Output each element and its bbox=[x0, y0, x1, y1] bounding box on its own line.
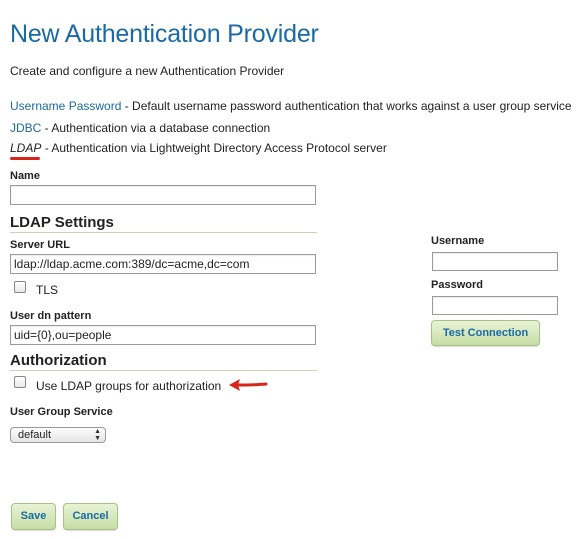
provider-description: - Authentication via a database connecti… bbox=[41, 121, 271, 135]
server-url-input[interactable] bbox=[10, 254, 316, 274]
user-dn-pattern-label: User dn pattern bbox=[10, 310, 92, 322]
user-dn-pattern-input[interactable] bbox=[10, 325, 316, 345]
name-label: Name bbox=[10, 170, 40, 182]
red-arrow-annotation bbox=[229, 379, 268, 391]
server-url-label: Server URL bbox=[10, 239, 70, 251]
password-label: Password bbox=[431, 279, 483, 291]
user-group-service-label: User Group Service bbox=[10, 406, 113, 418]
page-subtitle: Create and configure a new Authenticatio… bbox=[10, 64, 285, 78]
name-input[interactable] bbox=[10, 185, 316, 205]
provider-option-username-password: Username Password - Default username pas… bbox=[10, 99, 572, 113]
provider-link-jdbc[interactable]: JDBC bbox=[10, 121, 41, 135]
tls-label: TLS bbox=[36, 283, 59, 297]
password-input[interactable] bbox=[432, 296, 558, 315]
username-label: Username bbox=[431, 235, 485, 247]
use-ldap-groups-label: Use LDAP groups for authorization bbox=[36, 379, 222, 393]
use-ldap-groups-checkbox[interactable] bbox=[14, 376, 26, 388]
page-title: New Authentication Provider bbox=[10, 20, 319, 48]
tls-checkbox[interactable] bbox=[14, 281, 26, 293]
provider-description: - Authentication via Lightweight Directo… bbox=[41, 141, 387, 155]
select-arrows-icon: ▲ ▼ bbox=[94, 428, 101, 442]
user-group-service-select[interactable]: default ▲ ▼ bbox=[10, 427, 106, 443]
red-underline-annotation bbox=[10, 157, 40, 160]
user-group-service-value: default bbox=[18, 429, 52, 441]
section-divider bbox=[10, 370, 317, 371]
ldap-settings-heading: LDAP Settings bbox=[10, 214, 114, 231]
test-connection-button[interactable]: Test Connection bbox=[431, 320, 540, 346]
provider-option-ldap: LDAP - Authentication via Lightweight Di… bbox=[10, 141, 387, 155]
provider-description: - Default username password authenticati… bbox=[121, 99, 572, 113]
username-input[interactable] bbox=[432, 252, 558, 271]
provider-link-username-password[interactable]: Username Password bbox=[10, 99, 121, 113]
authorization-heading: Authorization bbox=[10, 352, 107, 369]
save-button[interactable]: Save bbox=[11, 503, 56, 530]
provider-link-ldap[interactable]: LDAP bbox=[10, 141, 41, 155]
provider-option-jdbc: JDBC - Authentication via a database con… bbox=[10, 121, 270, 135]
section-divider bbox=[10, 232, 317, 233]
cancel-button[interactable]: Cancel bbox=[63, 503, 118, 530]
